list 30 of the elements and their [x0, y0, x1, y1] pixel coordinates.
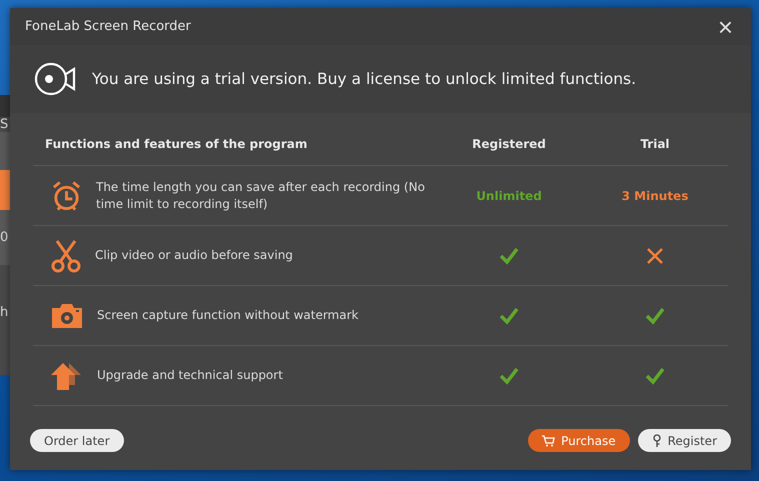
check-icon — [645, 366, 665, 384]
window-title: FoneLab Screen Recorder — [25, 19, 191, 34]
check-icon — [499, 246, 519, 264]
cart-icon — [542, 434, 556, 446]
status-text: 3 Minutes — [622, 188, 688, 202]
cross-icon — [646, 246, 664, 264]
column-header: Trial — [640, 137, 670, 151]
camera-icon — [51, 302, 83, 328]
register-button[interactable]: Register — [638, 429, 731, 452]
feature-text: Upgrade and technical support — [97, 367, 283, 384]
column-header: Registered — [472, 137, 546, 151]
feature-text: The time length you can save after each recording (No time limit to recording itself) — [96, 178, 426, 212]
video-camera-icon — [34, 62, 76, 96]
alarm-clock-icon — [51, 178, 82, 212]
order-later-button[interactable]: Order later — [30, 429, 124, 452]
close-button[interactable]: × — [714, 14, 737, 40]
check-icon — [499, 306, 519, 324]
purchase-button[interactable]: Purchase — [528, 429, 630, 452]
trial-message: You are using a trial version. Buy a license to unlock limited functions. — [92, 70, 636, 88]
check-icon — [499, 366, 519, 384]
column-header: Functions and features of the program — [44, 137, 308, 151]
feature-text: Screen capture function without watermark — [97, 307, 358, 324]
check-icon — [645, 306, 665, 324]
upgrade-arrow-icon — [51, 360, 83, 390]
key-icon — [652, 434, 662, 447]
scissors-icon — [51, 238, 81, 272]
feature-text: Clip video or audio before saving — [95, 247, 293, 264]
background-text: h — [0, 305, 10, 320]
status-text: Unlimited — [476, 188, 542, 202]
background-text: S — [0, 117, 10, 132]
